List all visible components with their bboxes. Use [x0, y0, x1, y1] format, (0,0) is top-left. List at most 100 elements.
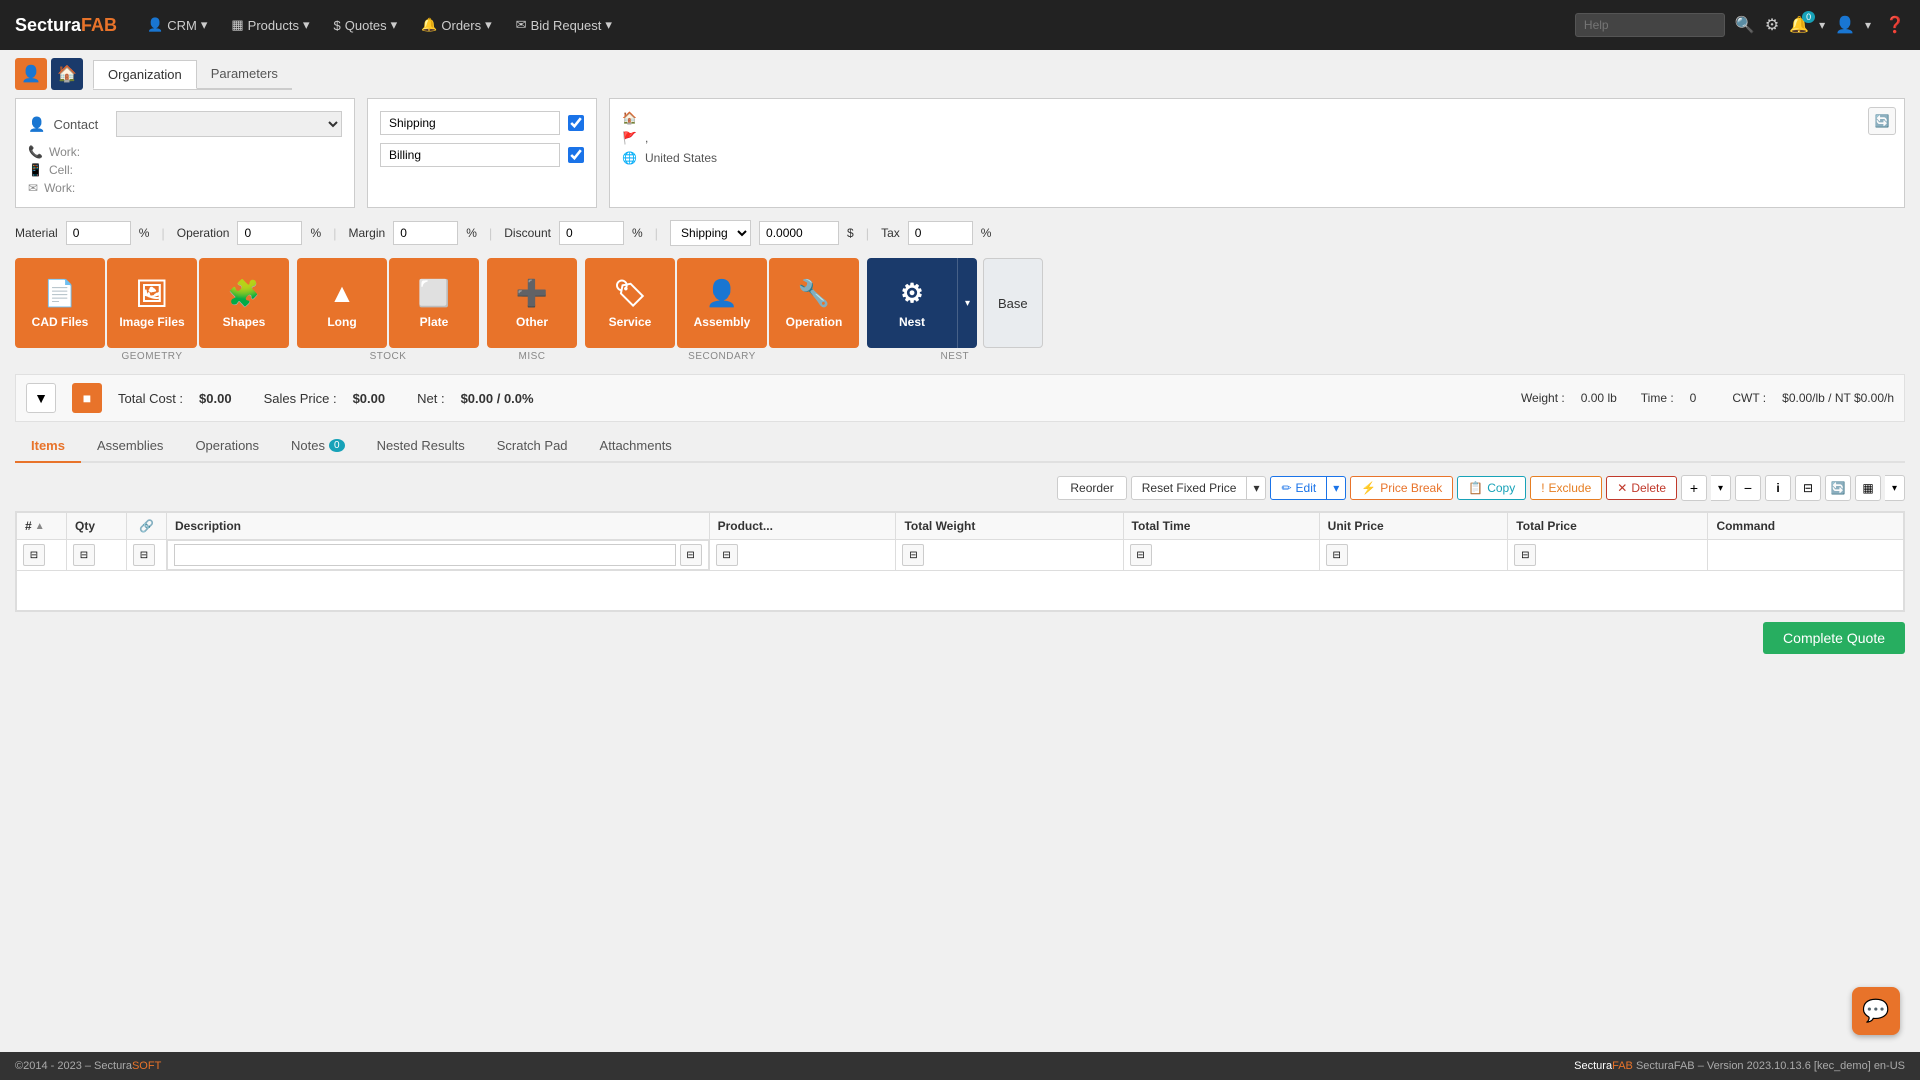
filter-num-btn[interactable]: ⊟	[23, 544, 45, 566]
person-icon-btn[interactable]: 👤	[15, 58, 47, 90]
misc-label: MISC	[519, 351, 546, 362]
notifications-icon[interactable]: 🔔 0	[1789, 15, 1809, 35]
tax-input[interactable]	[908, 221, 973, 245]
filter-qty-btn[interactable]: ⊟	[73, 544, 95, 566]
sub-tab-nested-results[interactable]: Nested Results	[361, 430, 481, 463]
contact-label: Contact	[53, 117, 108, 132]
reorder-btn[interactable]: Reorder	[1057, 476, 1126, 500]
products-dropdown-icon: ▾	[303, 17, 310, 33]
tab-organization[interactable]: Organization	[93, 60, 197, 89]
delete-btn[interactable]: ✕ Delete	[1606, 476, 1677, 500]
shipping-input[interactable]	[380, 111, 560, 135]
gear-icon[interactable]: ⚙	[1765, 15, 1779, 35]
sort-up-icon[interactable]: ▲	[35, 521, 45, 532]
nest-dropdown-btn[interactable]: ▾	[957, 258, 977, 348]
unit-price-col-label: Unit Price	[1328, 519, 1384, 533]
refresh-address-btn[interactable]: 🔄	[1868, 107, 1896, 135]
notifications-badge: 0	[1802, 11, 1815, 23]
price-break-btn[interactable]: ⚡ Price Break	[1350, 476, 1453, 500]
sub-tab-operations[interactable]: Operations	[179, 430, 275, 463]
nest-btn[interactable]: ⚙ Nest	[867, 258, 957, 348]
service-btn[interactable]: 🏷 Service	[585, 258, 675, 348]
col-total-weight: Total Weight	[896, 513, 1123, 540]
net-label: Net :	[417, 391, 444, 406]
shipping-checkbox[interactable]	[568, 115, 584, 131]
filter-total-price-btn[interactable]: ⊟	[1514, 544, 1536, 566]
billing-input[interactable]	[380, 143, 560, 167]
minus-btn[interactable]: −	[1735, 475, 1761, 501]
cad-files-btn[interactable]: 📄 CAD Files	[15, 258, 105, 348]
qty-col-label: Qty	[75, 519, 95, 533]
nav-item-crm[interactable]: 👤 CRM ▾	[137, 11, 217, 39]
assembly-btn[interactable]: 👤 Assembly	[677, 258, 767, 348]
filter-link-btn[interactable]: ⊟	[133, 544, 155, 566]
home-icon-btn[interactable]: 🏠	[51, 58, 83, 90]
filter-product-btn[interactable]: ⊟	[716, 544, 738, 566]
down-arrow-btn[interactable]: ▼	[26, 383, 56, 413]
other-btn[interactable]: ➕ Other	[487, 258, 577, 348]
sub-tab-attachments[interactable]: Attachments	[584, 430, 688, 463]
chat-btn[interactable]: 💬	[1852, 987, 1900, 1035]
more-options-btn[interactable]: ▾	[1885, 475, 1905, 501]
weight-value: 0.00 lb	[1581, 391, 1617, 405]
plate-btn[interactable]: ⬜ Plate	[389, 258, 479, 348]
shipping-dropdown[interactable]: Shipping	[670, 220, 751, 246]
stock-label: STOCK	[370, 351, 407, 362]
sub-tab-assemblies[interactable]: Assemblies	[81, 430, 179, 463]
description-filter-input[interactable]	[174, 544, 676, 566]
material-pct: %	[139, 226, 150, 240]
assembly-label: Assembly	[694, 315, 751, 329]
phone-work-icon: 📞	[28, 145, 43, 159]
tabs-row: Organization Parameters	[93, 60, 292, 90]
sub-tab-notes[interactable]: Notes 0	[275, 430, 361, 463]
geometry-group: 📄 CAD Files 🖼 Image Files 🧩 Shapes GEOME…	[15, 258, 289, 362]
contact-select[interactable]	[116, 111, 342, 137]
nav-item-products[interactable]: ▦ Products ▾	[221, 11, 319, 39]
orange-square-btn[interactable]: ■	[72, 383, 102, 413]
reset-fixed-price-dropdown-btn[interactable]: ▾	[1247, 476, 1266, 500]
margin-input[interactable]	[393, 221, 458, 245]
add-btn[interactable]: +	[1681, 475, 1707, 501]
nav-items: 👤 CRM ▾ ▦ Products ▾ $ Quotes ▾ 🔔 Orders…	[137, 11, 622, 39]
filter-unit-price-btn[interactable]: ⊟	[1326, 544, 1348, 566]
help-input[interactable]	[1575, 13, 1725, 37]
complete-quote-btn[interactable]: Complete Quote	[1763, 622, 1905, 654]
billing-checkbox[interactable]	[568, 147, 584, 163]
grid-icon: ▦	[231, 17, 243, 33]
edit-dropdown-btn[interactable]: ▾	[1327, 476, 1346, 500]
operation-input[interactable]	[237, 221, 302, 245]
user-account-icon[interactable]: 👤	[1835, 15, 1855, 35]
refresh-btn[interactable]: 🔄	[1825, 475, 1851, 501]
filter-toolbar-btn[interactable]: ⊟	[1795, 475, 1821, 501]
sub-tab-items[interactable]: Items	[15, 430, 81, 463]
filter-description-btn[interactable]: ⊟	[680, 544, 702, 566]
reset-fixed-price-btn[interactable]: Reset Fixed Price	[1131, 476, 1248, 500]
info-btn[interactable]: i	[1765, 475, 1791, 501]
search-icon[interactable]: 🔍	[1735, 15, 1755, 35]
shapes-btn[interactable]: 🧩 Shapes	[199, 258, 289, 348]
filter-total-time-btn[interactable]: ⊟	[1130, 544, 1152, 566]
tab-parameters[interactable]: Parameters	[197, 60, 292, 89]
edit-btn[interactable]: ✏ Edit	[1270, 476, 1327, 500]
help-question-icon[interactable]: ❓	[1885, 15, 1905, 35]
copy-btn[interactable]: 📋 Copy	[1457, 476, 1526, 500]
flag-comma: ,	[645, 131, 648, 145]
image-files-btn[interactable]: 🖼 Image Files	[107, 258, 197, 348]
discount-input[interactable]	[559, 221, 624, 245]
nav-item-bid-request[interactable]: ✉ Bid Request ▾	[506, 11, 622, 39]
material-input[interactable]	[66, 221, 131, 245]
shipping-value-input[interactable]	[759, 221, 839, 245]
user-icon: 👤	[147, 17, 163, 33]
long-btn[interactable]: ▲ Long	[297, 258, 387, 348]
sub-tab-scratch-pad[interactable]: Scratch Pad	[481, 430, 584, 463]
add-dropdown-btn[interactable]: ▾	[1711, 475, 1731, 501]
nav-item-quotes[interactable]: $ Quotes ▾	[324, 11, 408, 39]
filter-total-weight-btn[interactable]: ⊟	[902, 544, 924, 566]
nav-item-orders[interactable]: 🔔 Orders ▾	[411, 11, 501, 39]
col-product: Product...	[709, 513, 896, 540]
grid-view-btn[interactable]: ▦	[1855, 475, 1881, 501]
exclude-btn[interactable]: ! Exclude	[1530, 476, 1602, 500]
long-icon: ▲	[329, 278, 355, 309]
base-btn[interactable]: Base	[983, 258, 1043, 348]
operation-btn[interactable]: 🔧 Operation	[769, 258, 859, 348]
